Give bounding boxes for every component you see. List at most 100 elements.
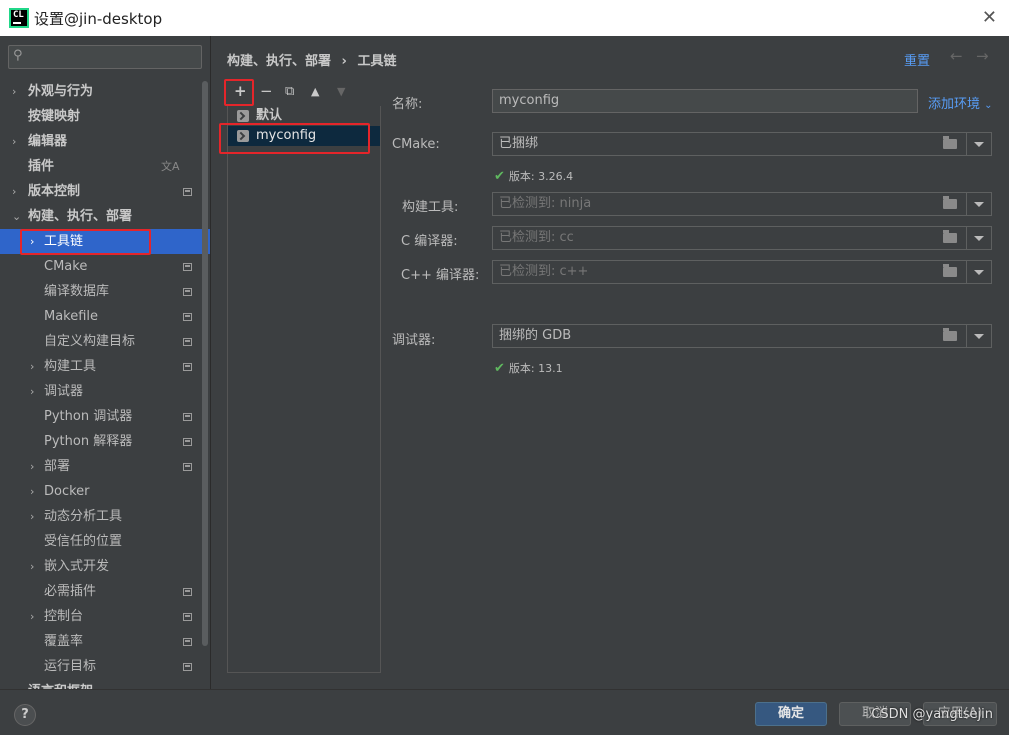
folder-icon[interactable] [943, 196, 957, 209]
sidebar-item-debugger[interactable]: › 调试器 [0, 379, 210, 404]
folder-icon[interactable] [943, 136, 957, 149]
dropdown-arrow-icon[interactable] [974, 236, 984, 241]
project-scope-icon [183, 363, 192, 371]
forward-arrow-icon[interactable]: → [976, 47, 989, 65]
sidebar-item-cmake[interactable]: CMake [0, 254, 210, 279]
chevron-right-icon: › [12, 679, 16, 689]
move-up-icon[interactable]: ▲ [311, 85, 319, 98]
build-tool-combo[interactable]: 已检测到: ninja [492, 192, 992, 216]
chevron-right-icon: › [30, 360, 35, 373]
chevron-right-icon: › [30, 385, 35, 398]
chevron-right-icon: › [30, 510, 35, 523]
toolchain-item-default[interactable]: 默认 [228, 106, 380, 126]
cmake-version: ✔ 版本: 3.26.4 [494, 169, 574, 184]
sidebar-item-python-debugger[interactable]: Python 调试器 [0, 404, 210, 429]
c-compiler-combo[interactable]: 已检测到: cc [492, 226, 992, 250]
check-icon: ✔ [494, 361, 505, 376]
folder-icon[interactable] [943, 328, 957, 341]
sidebar-item-keymap[interactable]: 按键映射 [0, 104, 210, 129]
sidebar-item-vcs[interactable]: › 版本控制 [0, 179, 210, 204]
settings-tree: › 外观与行为 按键映射 › 编辑器 插件 文A › 版本控制 ⌄ 构建、执行、部署 › 工… [0, 79, 210, 689]
sidebar-item-required-plugins[interactable]: 必需插件 [0, 579, 210, 604]
check-icon: ✔ [494, 169, 505, 184]
chevron-down-icon: ⌄ [12, 210, 22, 223]
toolchain-list: 默认 myconfig [227, 106, 381, 673]
sidebar-item-makefile[interactable]: Makefile [0, 304, 210, 329]
watermark: CSDN @yangtsejin [871, 707, 993, 722]
add-environment-dropdown[interactable]: 添加环境 ⌄ [928, 93, 993, 112]
sidebar-item-docker[interactable]: › Docker [0, 479, 210, 504]
folder-icon[interactable] [943, 230, 957, 243]
close-icon[interactable]: ✕ [982, 7, 997, 28]
toolchain-toolbar: + − ⧉ ▲ ▼ [227, 82, 381, 106]
project-scope-icon [183, 313, 192, 321]
sidebar-item-build-exec-deploy[interactable]: ⌄ 构建、执行、部署 [0, 204, 210, 229]
search-input[interactable]: ⚲ [8, 45, 202, 69]
sidebar-item-editor[interactable]: › 编辑器 [0, 129, 210, 154]
project-scope-icon [183, 338, 192, 346]
project-scope-icon [183, 588, 192, 596]
cpp-compiler-label: C++ 编译器: [401, 268, 480, 283]
chevron-right-icon: › [12, 135, 17, 148]
remove-icon[interactable]: − [260, 82, 273, 100]
sidebar-item-deployment[interactable]: › 部署 [0, 454, 210, 479]
sidebar-item-coverage[interactable]: 覆盖率 [0, 629, 210, 654]
sidebar-item-build-tools[interactable]: › 构建工具 [0, 354, 210, 379]
project-scope-icon [183, 438, 192, 446]
sidebar-item-console[interactable]: › 控制台 [0, 604, 210, 629]
sidebar-item-run-targets[interactable]: 运行目标 [0, 654, 210, 679]
add-icon[interactable]: + [234, 82, 247, 100]
debugger-combo[interactable]: 捆绑的 GDB [492, 324, 992, 348]
move-down-icon[interactable]: ▼ [337, 85, 345, 98]
search-icon: ⚲ [13, 48, 23, 63]
debugger-version: ✔ 版本: 13.1 [494, 361, 563, 376]
settings-sidebar: ⚲ › 外观与行为 按键映射 › 编辑器 插件 文A › 版本控制 ⌄ 构建、执行、部署 … [0, 36, 211, 689]
reset-link[interactable]: 重置 [904, 50, 930, 69]
project-scope-icon [183, 463, 192, 471]
sidebar-scrollbar[interactable] [202, 81, 208, 646]
folder-icon[interactable] [943, 264, 957, 277]
sidebar-item-trusted-locations[interactable]: 受信任的位置 [0, 529, 210, 554]
sidebar-item-compdb[interactable]: 编译数据库 [0, 279, 210, 304]
chevron-right-icon: › [12, 185, 17, 198]
dropdown-arrow-icon[interactable] [974, 270, 984, 275]
terminal-icon [237, 110, 249, 122]
chevron-right-icon: › [30, 235, 35, 248]
debugger-label: 调试器: [392, 333, 436, 348]
sidebar-item-languages[interactable]: ›语言和框架 [0, 679, 210, 689]
name-field[interactable]: myconfig [492, 89, 918, 113]
project-scope-icon [183, 188, 192, 196]
chevron-down-icon: ⌄ [984, 100, 993, 111]
sidebar-item-plugins[interactable]: 插件 文A [0, 154, 210, 179]
sidebar-item-custom-targets[interactable]: 自定义构建目标 [0, 329, 210, 354]
chevron-right-icon: › [30, 560, 35, 573]
sidebar-item-python-interpreter[interactable]: Python 解释器 [0, 429, 210, 454]
dropdown-arrow-icon[interactable] [974, 202, 984, 207]
help-button[interactable]: ? [14, 704, 36, 726]
back-arrow-icon[interactable]: ← [950, 47, 963, 65]
breadcrumb-parent[interactable]: 构建、执行、部署 [227, 54, 331, 69]
project-scope-icon [183, 638, 192, 646]
sidebar-item-embedded[interactable]: › 嵌入式开发 [0, 554, 210, 579]
dropdown-arrow-icon[interactable] [974, 142, 984, 147]
chevron-right-icon: › [30, 460, 35, 473]
copy-icon[interactable]: ⧉ [285, 84, 294, 99]
sidebar-item-toolchains[interactable]: › 工具链 [0, 229, 210, 254]
dropdown-arrow-icon[interactable] [974, 334, 984, 339]
sidebar-item-dynamic-analysis[interactable]: › 动态分析工具 [0, 504, 210, 529]
sidebar-item-appearance[interactable]: › 外观与行为 [0, 79, 210, 104]
ok-button[interactable]: 确定 [755, 702, 827, 726]
clion-logo-icon: CL [9, 8, 29, 28]
toolchain-item-myconfig[interactable]: myconfig [228, 126, 380, 146]
breadcrumb-separator: › [341, 54, 347, 69]
cpp-compiler-combo[interactable]: 已检测到: c++ [492, 260, 992, 284]
chevron-right-icon: › [12, 85, 17, 98]
cmake-combo[interactable]: 已捆绑 [492, 132, 992, 156]
translate-icon: 文A [161, 160, 180, 173]
project-scope-icon [183, 288, 192, 296]
cmake-label: CMake: [392, 137, 440, 152]
breadcrumb: 构建、执行、部署 › 工具链 [227, 50, 396, 69]
project-scope-icon [183, 663, 192, 671]
c-compiler-label: C 编译器: [401, 234, 458, 249]
build-tool-label: 构建工具: [402, 200, 459, 215]
